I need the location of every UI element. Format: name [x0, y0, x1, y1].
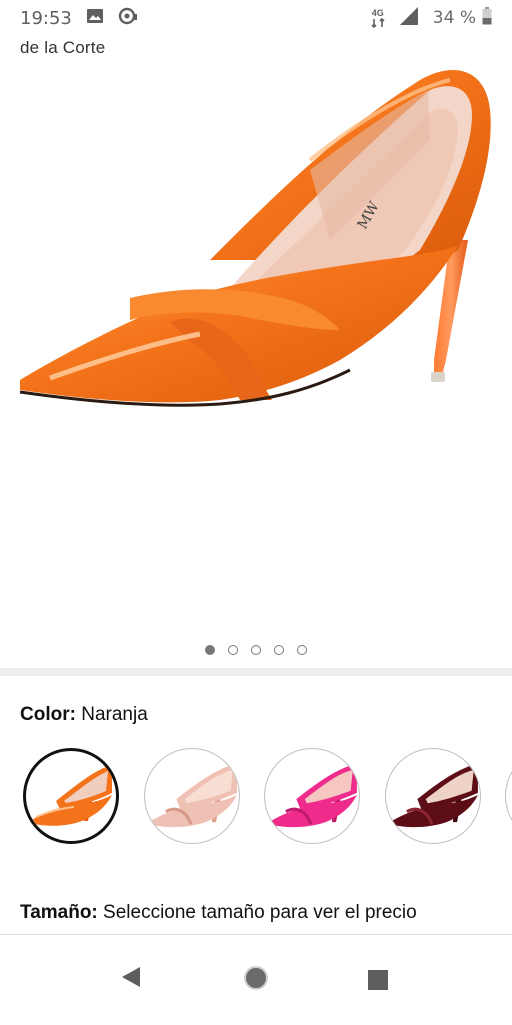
- shoe-illustration: MW: [19, 70, 491, 407]
- image-carousel-indicator[interactable]: [0, 640, 512, 660]
- swatch-shoe-orange: [30, 765, 112, 826]
- network-label: 4G: [371, 7, 384, 18]
- battery-percentage: 34 %: [432, 8, 476, 28]
- carousel-dot[interactable]: [274, 645, 284, 655]
- size-label: Tamaño:: [20, 902, 98, 923]
- color-swatch-grey[interactable]: [505, 748, 512, 844]
- color-value: Naranja: [81, 704, 148, 725]
- product-image[interactable]: MW: [10, 60, 502, 430]
- color-selector-label: Color: Naranja: [20, 704, 148, 726]
- carousel-dot[interactable]: [297, 645, 307, 655]
- signal-icon: [399, 6, 419, 31]
- carousel-dot[interactable]: [251, 645, 261, 655]
- status-right: 4G 34 %: [371, 6, 492, 31]
- color-swatch-pink[interactable]: [264, 748, 360, 844]
- swatch-shoe-grey: [510, 821, 512, 825]
- network-4g-icon: 4G: [371, 7, 385, 28]
- carousel-dot[interactable]: [228, 645, 238, 655]
- color-swatch-nude[interactable]: [144, 748, 240, 844]
- back-icon[interactable]: [120, 965, 142, 994]
- color-label: Color:: [20, 704, 76, 725]
- section-divider: [0, 668, 512, 676]
- status-left: 19:53: [20, 7, 138, 30]
- color-swatch-orange[interactable]: [23, 748, 119, 844]
- home-icon[interactable]: [243, 965, 269, 996]
- swatch-shoe-burgundy: [390, 763, 478, 828]
- color-swatches: [0, 746, 512, 850]
- product-subtitle: de la Corte: [20, 38, 106, 57]
- image-icon: [86, 8, 104, 29]
- swatch-shoe-nude: [149, 763, 237, 828]
- system-navigation-bar: [0, 934, 512, 1025]
- size-selector[interactable]: Tamaño: Seleccione tamaño para ver el pr…: [20, 902, 417, 924]
- battery-icon: [482, 6, 492, 30]
- sync-icon: [118, 7, 138, 30]
- size-value: Seleccione tamaño para ver el precio: [103, 902, 417, 923]
- carousel-dot[interactable]: [205, 645, 215, 655]
- status-bar: 19:53 4G 34 %: [0, 0, 512, 36]
- swatch-shoe-pink: [269, 763, 357, 828]
- recents-icon[interactable]: [367, 969, 389, 996]
- status-time: 19:53: [20, 7, 72, 29]
- color-swatch-burgundy[interactable]: [385, 748, 481, 844]
